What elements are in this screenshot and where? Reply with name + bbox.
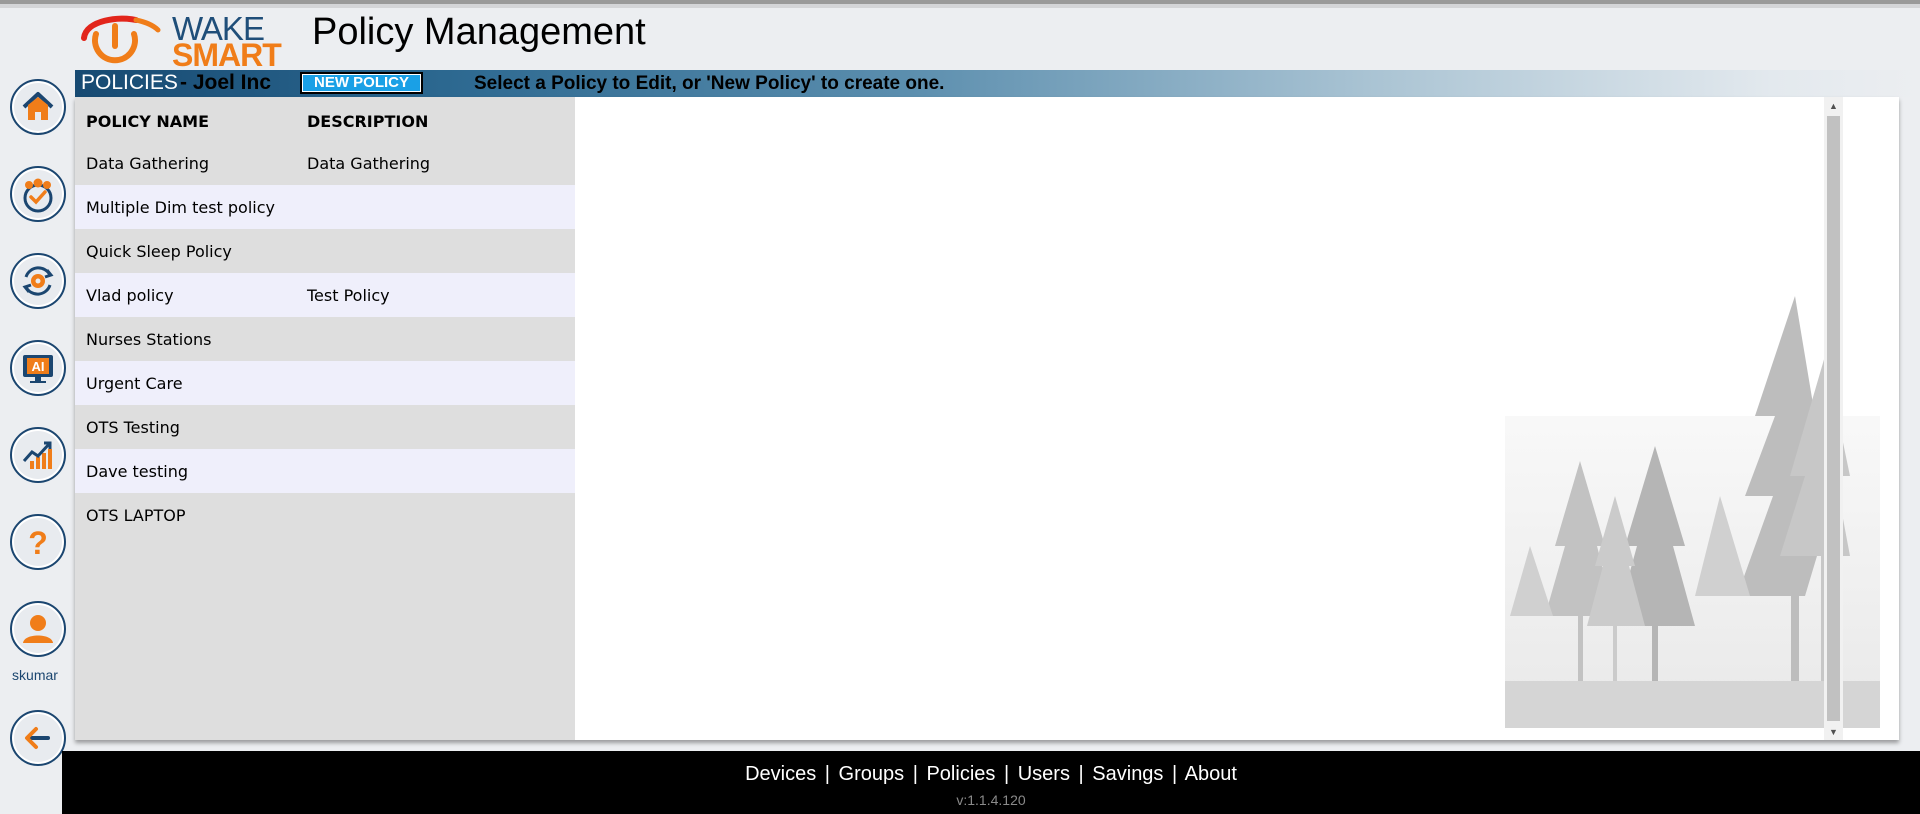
- username-label: skumar: [12, 667, 58, 683]
- scroll-up-arrow-icon[interactable]: ▲: [1824, 97, 1843, 114]
- policy-row[interactable]: Multiple Dim test policy: [75, 185, 575, 229]
- footer-separator: |: [1003, 763, 1010, 785]
- policy-row[interactable]: OTS Testing: [75, 405, 575, 449]
- policy-list: POLICY NAME DESCRIPTION Data Gathering D…: [75, 97, 575, 740]
- policy-name: Multiple Dim test policy: [86, 198, 275, 217]
- policy-name: Urgent Care: [86, 374, 183, 393]
- footer: Devices | Groups | Policies | Users | Sa…: [62, 751, 1920, 814]
- footer-separator: |: [1078, 763, 1084, 785]
- policy-name: Quick Sleep Policy: [86, 242, 232, 261]
- top-border-inner: [0, 4, 1920, 8]
- ai-monitor-icon: AI: [23, 355, 53, 383]
- company-name: - Joel Inc: [180, 71, 272, 94]
- scroll-down-arrow-icon[interactable]: ▼: [1824, 723, 1843, 740]
- footer-link-devices[interactable]: Devices: [745, 763, 816, 785]
- policy-description: Data Gathering: [307, 154, 431, 173]
- footer-separator: |: [912, 763, 918, 785]
- policy-name: Data Gathering: [86, 154, 210, 173]
- footer-links: Devices | Groups | Policies | Users | Sa…: [62, 763, 1920, 786]
- new-policy-button[interactable]: NEW POLICY: [300, 72, 423, 94]
- footer-link-policies[interactable]: Policies: [926, 763, 995, 785]
- ai-monitor-button[interactable]: AI: [10, 340, 66, 396]
- logo-smart-text: SMART: [172, 37, 282, 73]
- groups-button[interactable]: [10, 166, 66, 222]
- column-header-description[interactable]: DESCRIPTION: [307, 112, 428, 131]
- policies-title: POLICIES: [81, 71, 178, 94]
- footer-link-users[interactable]: Users: [1018, 763, 1070, 785]
- wakesmart-logo: WAKE SMART: [76, 12, 282, 71]
- help-button[interactable]: ?: [10, 514, 66, 570]
- user-icon: [23, 615, 53, 643]
- policy-name: Dave testing: [86, 462, 188, 481]
- power-logo-icon: [81, 15, 161, 64]
- footer-link-groups[interactable]: Groups: [839, 763, 905, 785]
- groups-icon: [23, 178, 53, 213]
- policy-row[interactable]: Vlad policy Test Policy: [75, 273, 575, 317]
- policy-name: Vlad policy: [86, 286, 174, 305]
- logout-button[interactable]: [10, 710, 66, 766]
- svg-text:?: ?: [28, 525, 48, 561]
- scrollbar-thumb[interactable]: [1827, 116, 1840, 721]
- policy-list-header: POLICY NAME DESCRIPTION: [75, 97, 575, 141]
- policy-name: OTS Testing: [86, 418, 180, 437]
- policy-row[interactable]: Urgent Care: [75, 361, 575, 405]
- savings-button[interactable]: [10, 427, 66, 483]
- footer-separator: |: [1172, 763, 1178, 785]
- vertical-scrollbar[interactable]: ▲ ▼: [1824, 97, 1843, 740]
- settings-sync-icon: [22, 266, 54, 296]
- footer-link-about[interactable]: About: [1185, 763, 1237, 785]
- settings-button[interactable]: [10, 253, 66, 309]
- home-button[interactable]: [10, 79, 66, 135]
- policy-name: OTS LAPTOP: [86, 506, 186, 525]
- user-button[interactable]: [10, 601, 66, 657]
- footer-separator: |: [824, 763, 830, 785]
- column-header-policy-name[interactable]: POLICY NAME: [86, 112, 209, 131]
- svg-text:AI: AI: [32, 359, 45, 374]
- policy-row[interactable]: Quick Sleep Policy: [75, 229, 575, 273]
- page-title: Policy Management: [312, 11, 646, 53]
- policy-row[interactable]: OTS LAPTOP: [75, 493, 575, 537]
- footer-link-savings[interactable]: Savings: [1092, 763, 1163, 785]
- help-icon: ?: [28, 525, 48, 561]
- policy-description: Test Policy: [307, 286, 390, 305]
- policy-row[interactable]: Nurses Stations: [75, 317, 575, 361]
- policy-name: Nurses Stations: [86, 330, 212, 349]
- policy-row[interactable]: Data Gathering Data Gathering: [75, 141, 575, 185]
- version-label: v:1.1.4.120: [956, 792, 1026, 808]
- policies-bar: POLICIES - Joel Inc NEW POLICY Select a …: [75, 70, 1920, 97]
- savings-chart-icon: [22, 441, 52, 469]
- home-icon: [22, 92, 54, 120]
- policy-rows: Data Gathering Data Gathering Multiple D…: [75, 141, 575, 537]
- logout-icon: [25, 727, 50, 749]
- policy-hint-text: Select a Policy to Edit, or 'New Policy'…: [474, 73, 945, 94]
- policy-row[interactable]: Dave testing: [75, 449, 575, 493]
